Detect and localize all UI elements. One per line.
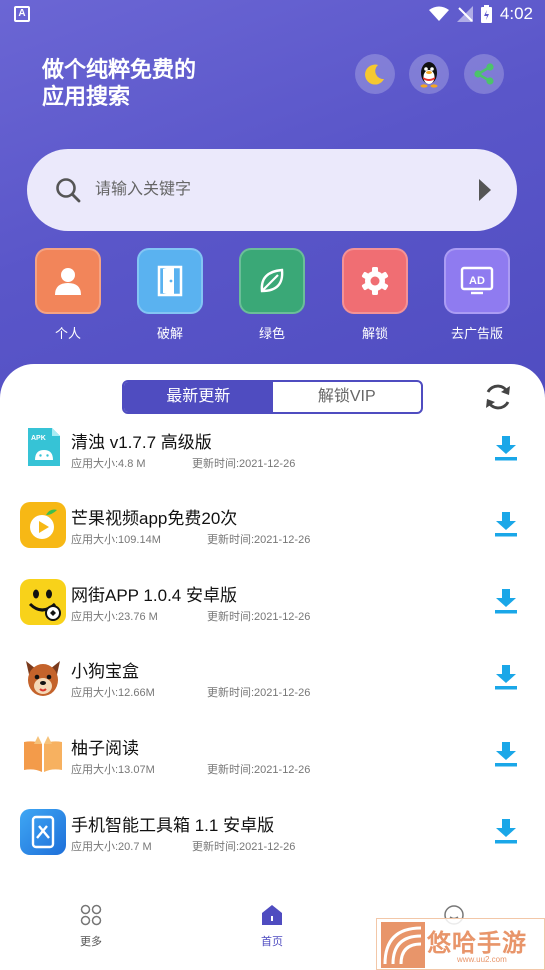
app-icon-apk: APK	[24, 426, 64, 468]
tab-unlock-vip[interactable]: 解锁VIP	[273, 382, 422, 412]
category-tile[interactable]	[35, 248, 101, 314]
category-no-ads[interactable]: AD 去广告版	[444, 248, 510, 342]
download-icon[interactable]	[492, 587, 520, 615]
app-notification-icon: A	[14, 6, 30, 22]
download-icon[interactable]	[492, 434, 520, 462]
app-date: 更新时间:2021-12-26	[192, 458, 296, 470]
battery-icon	[480, 5, 492, 23]
category-tile[interactable]: AD	[444, 248, 510, 314]
app-icon-book	[20, 732, 66, 778]
search-bar[interactable]	[27, 149, 517, 231]
grid-icon	[80, 904, 102, 926]
title-line-1: 做个纯粹免费的	[42, 57, 197, 82]
search-icon	[56, 178, 81, 203]
list-item[interactable]: 手机智能工具箱 1.1 安卓版 应用大小:20.7 M 更新时间:2021-12…	[0, 803, 545, 875]
app-icon-wangjie	[20, 579, 66, 625]
watermark-url: www.uu2.com	[457, 955, 507, 964]
moon-icon	[365, 64, 384, 85]
ad-icon: AD	[460, 266, 494, 295]
page-title: 做个纯粹免费的 应用搜索	[42, 56, 196, 110]
tab-label: 首页	[261, 936, 283, 948]
app-list: APK 清浊 v1.7.7 高级版 应用大小:4.8 M 更新时间:2021-1…	[0, 420, 545, 880]
list-item[interactable]: APK 清浊 v1.7.7 高级版 应用大小:4.8 M 更新时间:2021-1…	[0, 420, 545, 492]
search-input[interactable]	[95, 175, 455, 205]
app-size: 应用大小:13.07M	[71, 764, 155, 776]
home-icon	[262, 905, 282, 925]
status-bar: A 4:02	[0, 0, 545, 30]
refresh-icon[interactable]	[482, 381, 514, 413]
app-name: 小狗宝盒	[71, 662, 139, 681]
search-submit-icon[interactable]	[479, 179, 491, 201]
category-label: 去广告版	[450, 326, 503, 341]
status-time: 4:02	[499, 4, 533, 23]
svg-text:AD: AD	[469, 275, 485, 287]
category-label: 破解	[156, 326, 183, 341]
app-size: 应用大小:23.76 M	[71, 611, 158, 623]
category-tile[interactable]	[239, 248, 305, 314]
category-grid: 个人 破解 绿色 解锁 AD 去广告版	[0, 248, 545, 348]
qq-penguin-icon	[420, 62, 438, 88]
wifi-icon	[428, 6, 449, 21]
app-size: 应用大小:20.7 M	[71, 841, 152, 853]
title-line-2: 应用搜索	[42, 84, 131, 109]
category-tile[interactable]	[342, 248, 408, 314]
category-label: 个人	[54, 326, 81, 341]
download-icon[interactable]	[492, 817, 520, 845]
gear-icon	[361, 267, 389, 295]
list-item[interactable]: 小狗宝盒 应用大小:12.66M 更新时间:2021-12-26	[0, 649, 545, 721]
download-icon[interactable]	[492, 663, 520, 691]
tab-label: 更多	[80, 936, 102, 948]
category-tile[interactable]	[137, 248, 203, 314]
qq-button[interactable]	[409, 54, 449, 94]
watermark-logo: 悠哈手游 www.uu2.com	[376, 918, 545, 970]
app-date: 更新时间:2021-12-26	[207, 534, 311, 546]
app-date: 更新时间:2021-12-26	[207, 687, 311, 699]
category-label: 解锁	[361, 326, 388, 341]
category-personal[interactable]: 个人	[35, 248, 101, 342]
app-name: 网街APP 1.0.4 安卓版	[71, 586, 237, 605]
leaf-icon	[260, 268, 284, 293]
app-icon-toolbox	[20, 809, 66, 855]
app-name: 清浊 v1.7.7 高级版	[71, 433, 212, 452]
app-name: 手机智能工具箱 1.1 安卓版	[71, 816, 275, 835]
app-size: 应用大小:4.8 M	[71, 458, 146, 470]
tab-more[interactable]: 更多	[61, 904, 121, 949]
watermark-text: 悠哈手游	[427, 930, 527, 957]
no-signal-icon	[456, 6, 473, 22]
app-size: 应用大小:12.66M	[71, 687, 155, 699]
share-icon	[474, 63, 494, 85]
download-icon[interactable]	[492, 740, 520, 768]
app-name: 芒果视频app免费20次	[71, 509, 238, 528]
app-date: 更新时间:2021-12-26	[192, 841, 296, 853]
app-date: 更新时间:2021-12-26	[207, 764, 311, 776]
app-icon-mango	[20, 502, 66, 548]
night-mode-button[interactable]	[355, 54, 395, 94]
category-crack[interactable]: 破解	[137, 248, 203, 342]
category-unlock[interactable]: 解锁	[342, 248, 408, 342]
app-icon-puppy	[20, 655, 66, 701]
category-label: 绿色	[258, 326, 285, 341]
tab-latest[interactable]: 最新更新	[124, 382, 273, 412]
door-icon	[157, 265, 183, 297]
app-name: 柚子阅读	[71, 739, 139, 758]
person-icon	[55, 268, 81, 295]
list-item[interactable]: 网街APP 1.0.4 安卓版 应用大小:23.76 M 更新时间:2021-1…	[0, 573, 545, 645]
download-icon[interactable]	[492, 510, 520, 538]
category-green[interactable]: 绿色	[239, 248, 305, 342]
list-item[interactable]: 芒果视频app免费20次 应用大小:109.14M 更新时间:2021-12-2…	[0, 496, 545, 568]
share-button[interactable]	[464, 54, 504, 94]
list-tabs: 最新更新 解锁VIP	[122, 380, 423, 414]
svg-text:APK: APK	[31, 435, 46, 442]
tab-home[interactable]: 首页	[242, 904, 302, 949]
app-size: 应用大小:109.14M	[71, 534, 161, 546]
list-item[interactable]: 柚子阅读 应用大小:13.07M 更新时间:2021-12-26	[0, 726, 545, 798]
app-date: 更新时间:2021-12-26	[207, 611, 311, 623]
